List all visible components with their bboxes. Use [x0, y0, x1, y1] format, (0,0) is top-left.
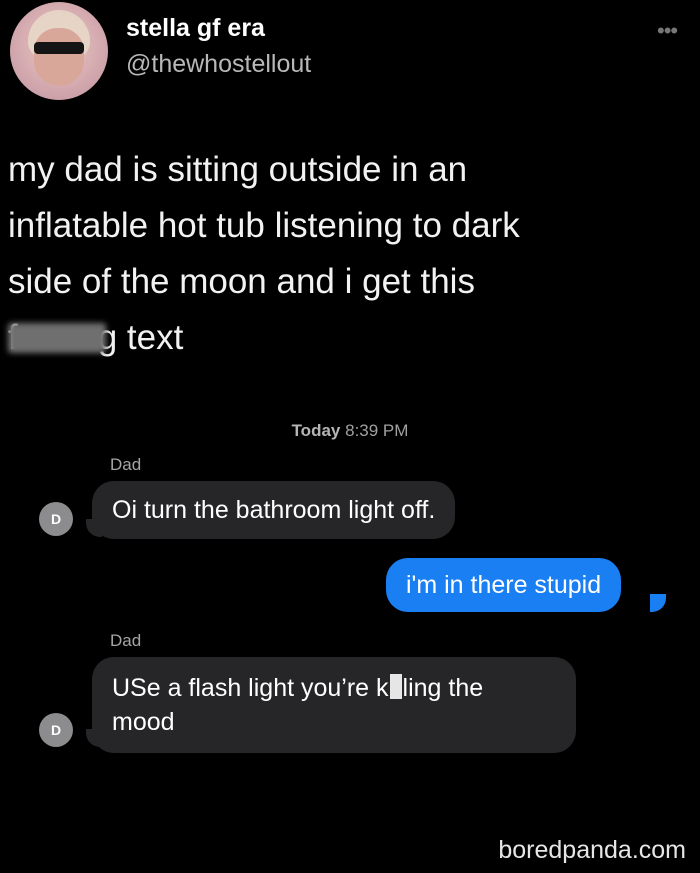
incoming-message[interactable]: Oi turn the bathroom light off. [92, 481, 456, 539]
sender-name: Dad [110, 455, 142, 474]
message-text-start: USe a flash light you’re k [112, 674, 389, 702]
contact-avatar[interactable]: D [39, 713, 73, 747]
watermark: boredpanda.com [498, 836, 686, 864]
censor-blur [7, 323, 106, 353]
profile-avatar[interactable] [10, 2, 108, 100]
timestamp-day: Today [291, 421, 341, 440]
display-name[interactable]: stella gf era [126, 14, 265, 43]
contact-avatar[interactable]: D [39, 502, 73, 536]
incoming-message[interactable]: USe a flash light you’re k ling the mood [92, 657, 576, 753]
message-text-end: ling the [402, 674, 484, 702]
tweet-line: side of the moon and i get this [8, 262, 475, 301]
tweet-line: fg text [7, 310, 668, 366]
tweet-line: my dad is sitting outside in an [8, 150, 468, 189]
tweet-line: inflatable hot tub listening to dark [8, 206, 520, 245]
message-timestamp: Today 8:39 PM [0, 421, 700, 441]
bubble-tail [650, 594, 666, 612]
outgoing-message[interactable]: i'm in there stupid [386, 558, 622, 612]
tweet-text: my dad is sitting outside in an inflatab… [7, 142, 668, 366]
user-handle[interactable]: @thewhostellout [126, 50, 311, 79]
sender-name: Dad [110, 631, 142, 650]
censor-bar [389, 674, 402, 699]
avatar-sunglasses [34, 42, 84, 54]
message-text-line2: mood [112, 708, 175, 736]
ellipsis-icon[interactable]: ••• [657, 18, 678, 44]
tweet-line-end: g text [97, 318, 184, 357]
avatar-face [34, 28, 84, 86]
timestamp-time: 8:39 PM [345, 421, 409, 440]
